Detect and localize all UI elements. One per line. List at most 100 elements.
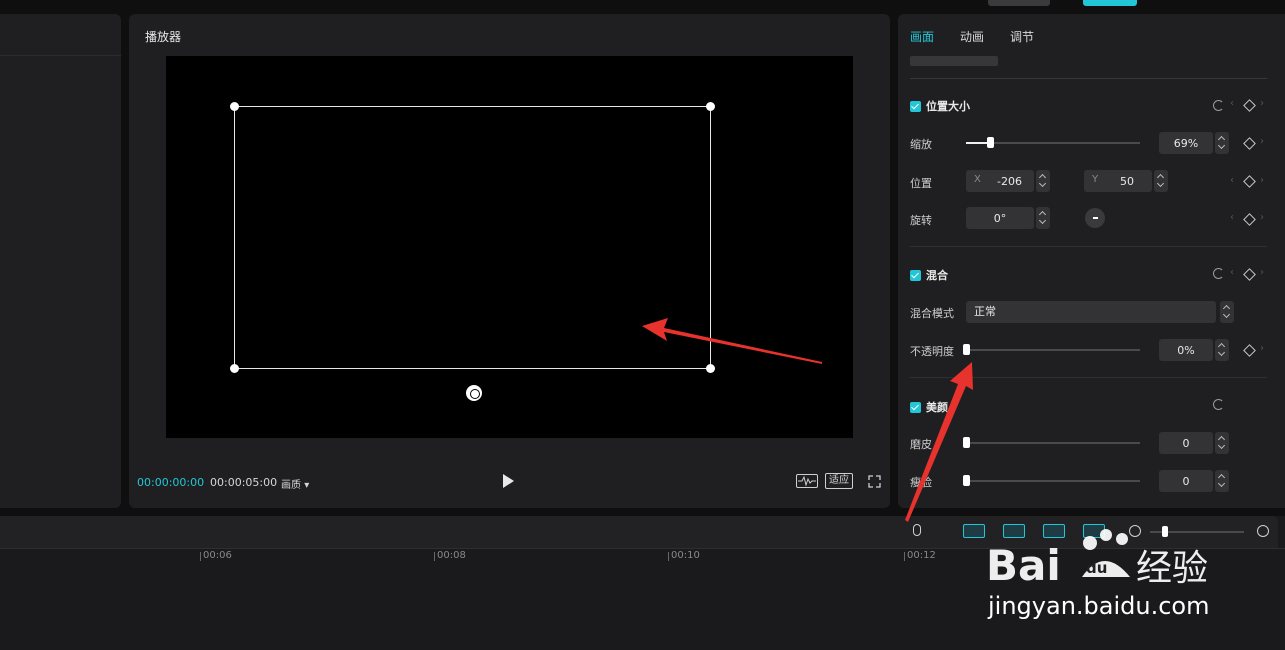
zoom-slider-knob[interactable] — [1162, 526, 1168, 537]
resize-handle-bl[interactable] — [230, 364, 239, 373]
watermark-text: jingyan.baidu.com — [988, 592, 1210, 620]
smooth-value[interactable]: 0 — [1159, 432, 1213, 454]
chevron-left-icon[interactable]: ‹ — [1230, 267, 1234, 278]
keyframe-diamond-icon[interactable] — [1243, 213, 1256, 226]
snap-button[interactable] — [1003, 524, 1025, 538]
position-x-value: -206 — [997, 174, 1022, 188]
checkbox-checked-icon[interactable] — [910, 269, 921, 281]
reset-icon[interactable] — [1213, 268, 1224, 279]
zoom-in-icon[interactable] — [1257, 525, 1269, 537]
chevron-left-icon[interactable]: ‹ — [1230, 175, 1234, 186]
face-slim-label: 瘦脸 — [910, 476, 932, 489]
face-slim-slider[interactable] — [963, 475, 1140, 486]
resize-handle-tr[interactable] — [706, 102, 715, 111]
position-label: 位置 — [910, 177, 932, 190]
keyframe-diamond-icon[interactable] — [1243, 99, 1256, 112]
section-title-beauty: 美颜 — [926, 401, 948, 414]
rotation-dial[interactable] — [1085, 208, 1105, 228]
linkage-button[interactable] — [1043, 524, 1065, 538]
tab-adjust[interactable]: 调节 — [1010, 28, 1034, 45]
ruler-tick: 00:10 — [668, 550, 700, 561]
keyframe-diamond-icon[interactable] — [1243, 344, 1256, 357]
opacity-slider-knob[interactable] — [963, 344, 970, 355]
zoom-out-icon[interactable] — [1129, 525, 1141, 537]
resize-handle-tl[interactable] — [230, 102, 239, 111]
chevron-left-icon[interactable]: ‹ — [1230, 212, 1234, 223]
top-menu-strip — [0, 0, 1285, 12]
scale-value[interactable]: 69% — [1159, 132, 1213, 154]
timeline-toolbar — [0, 516, 1278, 548]
reset-icon[interactable] — [1213, 100, 1224, 111]
position-x-field[interactable]: X -206 — [966, 170, 1034, 192]
blend-mode-label: 混合模式 — [910, 307, 954, 320]
chevron-right-icon[interactable]: › — [1260, 212, 1264, 223]
chevron-right-icon[interactable]: › — [1260, 267, 1264, 278]
chevron-right-icon[interactable]: › — [1260, 136, 1264, 147]
face-slim-slider-knob[interactable] — [963, 475, 970, 486]
subtab-basic[interactable] — [910, 56, 998, 66]
scale-stepper[interactable] — [1215, 132, 1229, 154]
position-x-stepper[interactable] — [1036, 170, 1050, 192]
selection-box[interactable] — [230, 102, 715, 373]
link-clips-button[interactable] — [963, 524, 985, 538]
fit-button[interactable]: 适应 — [825, 473, 853, 489]
opacity-label: 不透明度 — [910, 345, 954, 358]
opacity-value[interactable]: 0% — [1159, 339, 1213, 361]
fullscreen-icon[interactable] — [868, 475, 881, 488]
rotation-stepper[interactable] — [1036, 207, 1050, 229]
timecode-total: 00:00:05:00 — [210, 476, 278, 489]
preview-axis-button[interactable] — [1083, 524, 1105, 538]
chevron-right-icon[interactable]: › — [1260, 98, 1264, 109]
microphone-icon[interactable] — [913, 524, 921, 536]
timeline-ruler[interactable]: 00:06 00:08 00:10 00:12 — [0, 548, 1285, 566]
reset-icon[interactable] — [1213, 399, 1224, 410]
position-y-value: 50 — [1120, 174, 1134, 188]
rotate-handle-icon[interactable] — [466, 385, 482, 401]
position-y-field[interactable]: Y 50 — [1084, 170, 1152, 192]
timeline-zoom-slider[interactable] — [1150, 526, 1244, 537]
chevron-right-icon[interactable]: › — [1260, 343, 1264, 354]
smooth-stepper[interactable] — [1215, 432, 1229, 454]
chevron-down-icon: ▾ — [304, 480, 310, 491]
section-title-blend: 混合 — [926, 269, 948, 282]
checkbox-checked-icon[interactable] — [910, 100, 921, 112]
tab-picture[interactable]: 画面 — [910, 28, 934, 45]
quality-dropdown[interactable]: 画质 ▾ — [281, 476, 309, 491]
timeline-panel: 00:06 00:08 00:10 00:12 — [0, 516, 1285, 650]
section-beauty[interactable]: 美颜 — [910, 399, 948, 415]
face-slim-stepper[interactable] — [1215, 470, 1229, 492]
ruler-tick: 00:06 — [200, 550, 232, 561]
opacity-slider[interactable] — [963, 344, 1140, 355]
scale-slider[interactable] — [966, 137, 1140, 148]
face-slim-value[interactable]: 0 — [1159, 470, 1213, 492]
section-divider — [910, 377, 1267, 378]
keyframe-diamond-icon[interactable] — [1243, 137, 1256, 150]
smooth-slider-knob[interactable] — [963, 437, 970, 448]
timecode-current: 00:00:00:00 — [137, 476, 205, 489]
checkbox-checked-icon[interactable] — [910, 401, 921, 413]
ruler-tick: 00:12 — [904, 550, 936, 561]
blend-mode-select[interactable]: 正常 — [966, 301, 1216, 323]
rotation-value[interactable]: 0° — [966, 207, 1034, 229]
keyframe-diamond-icon[interactable] — [1243, 268, 1256, 281]
smooth-slider[interactable] — [963, 437, 1140, 448]
ruler-tick: 00:08 — [434, 550, 466, 561]
tab-animation[interactable]: 动画 — [960, 28, 984, 45]
keyframe-diamond-icon[interactable] — [1243, 175, 1256, 188]
waveform-icon[interactable] — [796, 474, 818, 488]
resize-handle-br[interactable] — [706, 364, 715, 373]
preview-canvas[interactable] — [166, 56, 853, 438]
section-position-size[interactable]: 位置大小 — [910, 98, 970, 114]
chevron-right-icon[interactable]: › — [1260, 175, 1264, 186]
position-y-stepper[interactable] — [1154, 170, 1168, 192]
section-blend[interactable]: 混合 — [910, 267, 948, 283]
scale-slider-knob[interactable] — [987, 137, 994, 148]
export-button-partial[interactable] — [1083, 0, 1137, 6]
blend-mode-stepper[interactable] — [1220, 301, 1234, 323]
quality-label: 画质 — [281, 480, 301, 491]
media-panel — [0, 14, 121, 508]
top-button-partial[interactable] — [988, 0, 1050, 6]
play-icon[interactable] — [503, 474, 514, 488]
chevron-left-icon[interactable]: ‹ — [1230, 98, 1234, 109]
opacity-stepper[interactable] — [1215, 339, 1229, 361]
